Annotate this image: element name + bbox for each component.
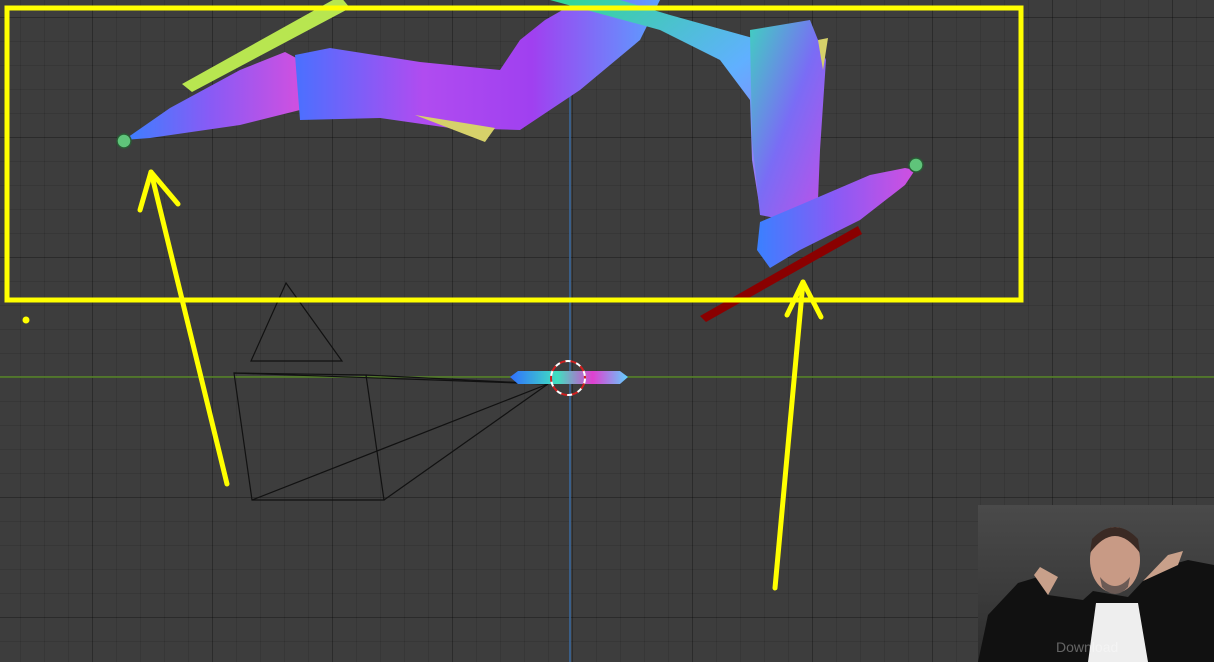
3d-viewport[interactable]: Download bbox=[0, 0, 1214, 662]
annotation-arrow-left bbox=[137, 169, 230, 487]
presenter-webcam: Download bbox=[978, 505, 1214, 662]
webcam-watermark: Download bbox=[1056, 639, 1119, 655]
annotation-dot bbox=[22, 316, 30, 324]
character-legs bbox=[116, 0, 924, 322]
camera-object bbox=[233, 281, 549, 501]
back-shin bbox=[295, 0, 660, 130]
ik-target-front bbox=[908, 157, 924, 173]
back-foot bbox=[124, 52, 300, 140]
front-shin bbox=[750, 20, 826, 220]
origin-object bbox=[510, 371, 628, 384]
annotation-arrow-right bbox=[772, 279, 824, 591]
ik-target-back bbox=[116, 133, 132, 149]
